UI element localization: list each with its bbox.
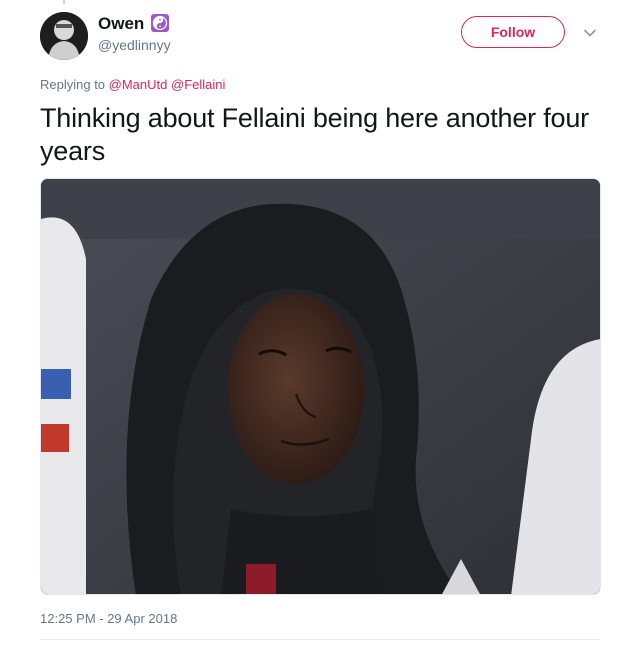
photo-illustration — [41, 179, 600, 594]
tweet-media-photo[interactable] — [40, 178, 601, 595]
avatar[interactable] — [40, 12, 88, 60]
replying-to: Replying to @ManUtd @Fellaini — [40, 77, 225, 92]
thread-connector-line — [63, 0, 65, 4]
follow-button[interactable]: Follow — [461, 16, 565, 48]
mention-link[interactable]: @ManUtd — [109, 77, 168, 92]
user-handle[interactable]: @yedlinnyy — [98, 37, 171, 53]
tweet-timestamp[interactable]: 12:25 PM - 29 Apr 2018 — [40, 611, 177, 626]
mention-link[interactable]: @Fellaini — [171, 77, 225, 92]
tweet-text: Thinking about Fellaini being here anoth… — [40, 103, 589, 166]
user-identity[interactable]: Owen @yedlinnyy — [98, 14, 171, 53]
avatar-image — [40, 12, 88, 60]
yin-yang-icon — [150, 14, 169, 32]
display-name[interactable]: Owen — [98, 14, 144, 34]
divider — [40, 639, 600, 640]
tweet-header: Owen @yedlinnyy Follow — [40, 12, 600, 62]
replying-prefix: Replying to — [40, 77, 109, 92]
chevron-down-icon[interactable] — [583, 26, 597, 40]
